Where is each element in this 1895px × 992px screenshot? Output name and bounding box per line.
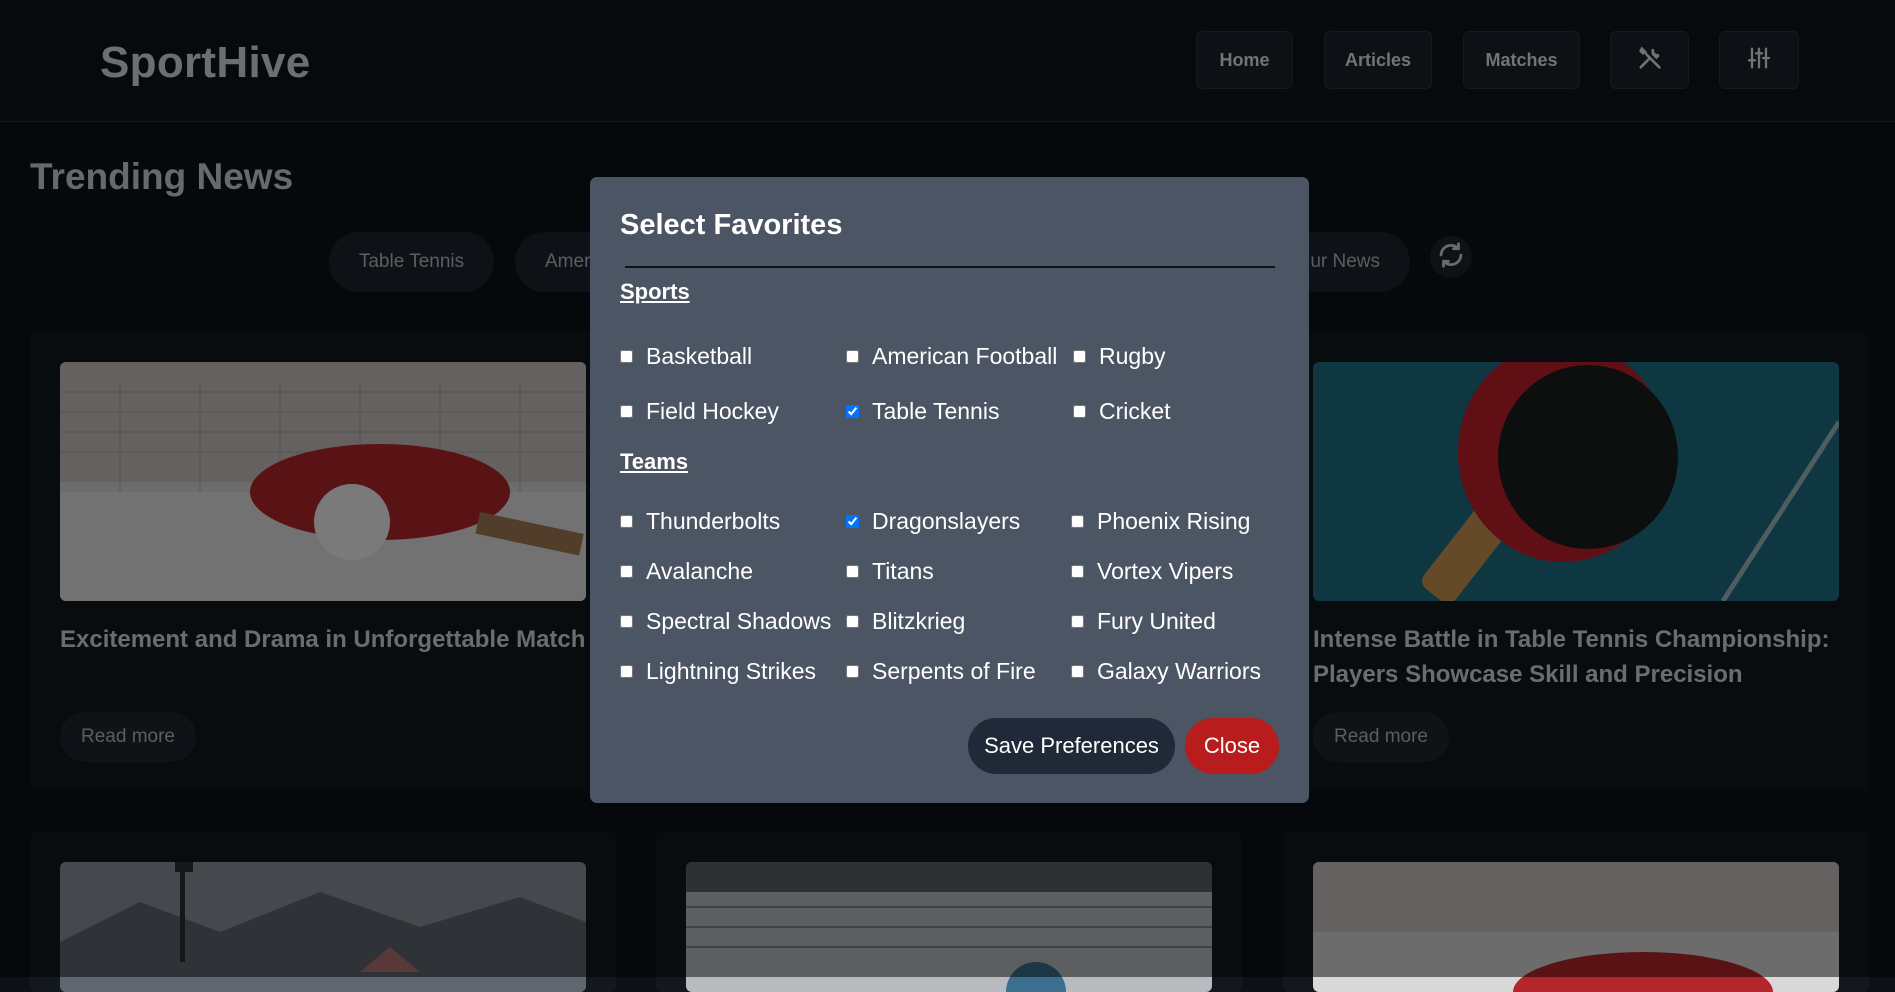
- team-option-fury-united[interactable]: Fury United: [1071, 608, 1216, 635]
- checkbox-vortex-vipers[interactable]: [1071, 565, 1084, 578]
- sports-heading: Sports: [620, 279, 690, 304]
- team-option-thunderbolts[interactable]: Thunderbolts: [620, 508, 780, 535]
- option-label: Dragonslayers: [872, 508, 1021, 534]
- checkbox-basketball[interactable]: [620, 350, 633, 363]
- checkbox-cricket[interactable]: [1073, 405, 1086, 418]
- sport-option-field-hockey[interactable]: Field Hockey: [620, 398, 779, 425]
- close-button[interactable]: Close: [1185, 718, 1279, 774]
- checkbox-rugby[interactable]: [1073, 350, 1086, 363]
- teams-heading: Teams: [620, 449, 689, 474]
- option-label: Galaxy Warriors: [1097, 658, 1261, 684]
- team-option-lightning-strikes[interactable]: Lightning Strikes: [620, 658, 816, 685]
- sport-option-cricket[interactable]: Cricket: [1073, 398, 1171, 425]
- favorites-modal: Select Favorites Sports Basketball Ameri…: [590, 177, 1309, 803]
- option-label: Lightning Strikes: [646, 658, 817, 684]
- option-label: Cricket: [1099, 398, 1171, 424]
- option-label: Spectral Shadows: [646, 608, 832, 634]
- option-label: Avalanche: [646, 558, 753, 584]
- checkbox-fury-united[interactable]: [1071, 615, 1084, 628]
- option-label: Phoenix Rising: [1097, 508, 1251, 534]
- checkbox-blitzkrieg[interactable]: [846, 615, 859, 628]
- checkbox-galaxy-warriors[interactable]: [1071, 665, 1084, 678]
- option-label: Field Hockey: [646, 398, 779, 424]
- sport-option-american-football[interactable]: American Football: [846, 343, 1057, 370]
- option-label: Rugby: [1099, 343, 1166, 369]
- team-option-blitzkrieg[interactable]: Blitzkrieg: [846, 608, 965, 635]
- option-label: Basketball: [646, 343, 753, 369]
- sport-option-rugby[interactable]: Rugby: [1073, 343, 1165, 370]
- option-label: Vortex Vipers: [1097, 558, 1234, 584]
- team-option-avalanche[interactable]: Avalanche: [620, 558, 753, 585]
- team-option-phoenix-rising[interactable]: Phoenix Rising: [1071, 508, 1250, 535]
- checkbox-thunderbolts[interactable]: [620, 515, 633, 528]
- divider: [625, 266, 1275, 268]
- checkbox-serpents-of-fire[interactable]: [846, 665, 859, 678]
- team-option-titans[interactable]: Titans: [846, 558, 934, 585]
- option-label: Blitzkrieg: [872, 608, 966, 634]
- checkbox-american-football[interactable]: [846, 350, 859, 363]
- checkbox-spectral-shadows[interactable]: [620, 615, 633, 628]
- team-option-galaxy-warriors[interactable]: Galaxy Warriors: [1071, 658, 1261, 685]
- sport-option-basketball[interactable]: Basketball: [620, 343, 752, 370]
- option-label: Thunderbolts: [646, 508, 781, 534]
- modal-title: Select Favorites: [620, 209, 843, 241]
- option-label: Serpents of Fire: [872, 658, 1036, 684]
- option-label: American Football: [872, 343, 1058, 369]
- checkbox-lightning-strikes[interactable]: [620, 665, 633, 678]
- team-option-serpents-of-fire[interactable]: Serpents of Fire: [846, 658, 1036, 685]
- checkbox-dragonslayers[interactable]: [846, 515, 859, 528]
- option-label: Titans: [872, 558, 934, 584]
- team-option-dragonslayers[interactable]: Dragonslayers: [846, 508, 1020, 535]
- option-label: Table Tennis: [872, 398, 1000, 424]
- team-option-spectral-shadows[interactable]: Spectral Shadows: [620, 608, 831, 635]
- checkbox-titans[interactable]: [846, 565, 859, 578]
- save-preferences-button[interactable]: Save Preferences: [968, 718, 1175, 774]
- team-option-vortex-vipers[interactable]: Vortex Vipers: [1071, 558, 1233, 585]
- option-label: Fury United: [1097, 608, 1216, 634]
- checkbox-phoenix-rising[interactable]: [1071, 515, 1084, 528]
- checkbox-field-hockey[interactable]: [620, 405, 633, 418]
- checkbox-avalanche[interactable]: [620, 565, 633, 578]
- checkbox-table-tennis[interactable]: [846, 405, 859, 418]
- sport-option-table-tennis[interactable]: Table Tennis: [846, 398, 999, 425]
